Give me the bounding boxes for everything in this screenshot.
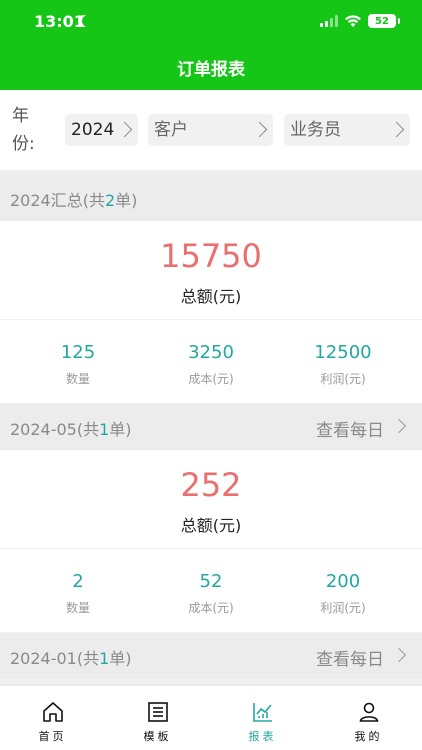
total-amount: 15750 (160, 237, 262, 275)
chevron-right-icon (116, 121, 133, 138)
salesperson-placeholder: 业务员 (290, 120, 341, 140)
month-header[interactable]: 2024-01(共1单) 查看每日 (0, 633, 422, 679)
tab-report[interactable]: 报表 (210, 686, 315, 746)
view-daily-link[interactable]: 查看每日 (316, 645, 384, 670)
chevron-right-icon (388, 121, 405, 138)
order-count: 1 (99, 420, 110, 439)
battery-level: 52 (375, 15, 389, 27)
stat-value: 12500 (314, 342, 372, 363)
customer-selector[interactable]: 客户 (148, 114, 273, 146)
stat-value: 3250 (188, 342, 234, 363)
order-count: 1 (99, 649, 110, 668)
tab-template[interactable]: 模板 (105, 686, 210, 746)
month-title: 2024-05(共1单) (10, 420, 132, 439)
total-amount: 252 (180, 466, 242, 504)
signal-icon (320, 15, 338, 27)
chevron-right-icon (391, 647, 407, 663)
divider (0, 548, 422, 549)
salesperson-selector[interactable]: 业务员 (284, 114, 410, 146)
chart-icon (253, 703, 272, 722)
stat-label: 成本(元) (188, 372, 234, 386)
battery-icon: 52 (368, 14, 400, 28)
view-daily-link[interactable]: 查看每日 (316, 416, 384, 441)
total-amount-label: 总额(元) (180, 287, 242, 306)
status-time: 13:01 (34, 12, 85, 31)
annual-summary-title: 2024汇总(共2单) (10, 191, 138, 210)
divider (0, 319, 422, 320)
chevron-right-icon (251, 121, 268, 138)
moon-icon (82, 15, 94, 27)
year-value: 2024 (71, 120, 115, 140)
status-bar: 13:01 52 (0, 0, 422, 44)
annual-summary-header: 2024汇总(共2单) (0, 175, 422, 221)
stat-value: 200 (325, 571, 361, 592)
stat-cost: 3250 成本(元) (141, 341, 281, 389)
nav-bar: 订单报表 (0, 44, 422, 90)
tab-home[interactable]: 首页 (0, 686, 105, 746)
stat-value: 2 (72, 571, 84, 592)
filter-row: 年份: 2024 客户 业务员 (0, 90, 422, 170)
wifi-icon (345, 15, 361, 27)
order-count: 2 (104, 191, 116, 210)
stat-value: 52 (199, 571, 223, 592)
user-icon (359, 702, 379, 722)
annual-summary-card: 15750 总额(元) 125 数量 3250 成本(元) 12500 利润(元… (0, 221, 422, 403)
chevron-right-icon (391, 418, 407, 434)
stat-label: 利润(元) (320, 601, 366, 615)
tab-bar: 首页 模板 报表 我的 (0, 685, 422, 750)
page-title: 订单报表 (177, 59, 245, 80)
tab-label: 模板 (143, 730, 172, 743)
total-amount-label: 总额(元) (180, 516, 242, 535)
tab-label: 我的 (354, 730, 383, 743)
stat-label: 成本(元) (188, 601, 234, 615)
status-icons: 52 (320, 14, 400, 28)
stat-profit: 200 利润(元) (273, 570, 413, 618)
month-summary-card: 252 总额(元) 2 数量 52 成本(元) 200 利润(元) (0, 450, 422, 632)
customer-placeholder: 客户 (154, 120, 188, 140)
home-icon (43, 702, 63, 722)
stat-profit: 12500 利润(元) (273, 341, 413, 389)
stat-label: 数量 (65, 601, 90, 615)
month-title: 2024-01(共1单) (10, 649, 132, 668)
stat-quantity: 125 数量 (8, 341, 148, 389)
year-selector[interactable]: 2024 (65, 114, 138, 146)
year-label: 年份: (12, 106, 35, 154)
stat-label: 利润(元) (320, 372, 366, 386)
stat-cost: 52 成本(元) (141, 570, 281, 618)
tab-label: 报表 (248, 730, 277, 743)
stat-quantity: 2 数量 (8, 570, 148, 618)
tab-profile[interactable]: 我的 (316, 686, 421, 746)
tab-label: 首页 (38, 730, 67, 743)
template-icon (148, 702, 168, 722)
stat-label: 数量 (65, 372, 90, 386)
stat-value: 125 (60, 342, 96, 363)
month-header[interactable]: 2024-05(共1单) 查看每日 (0, 404, 422, 450)
